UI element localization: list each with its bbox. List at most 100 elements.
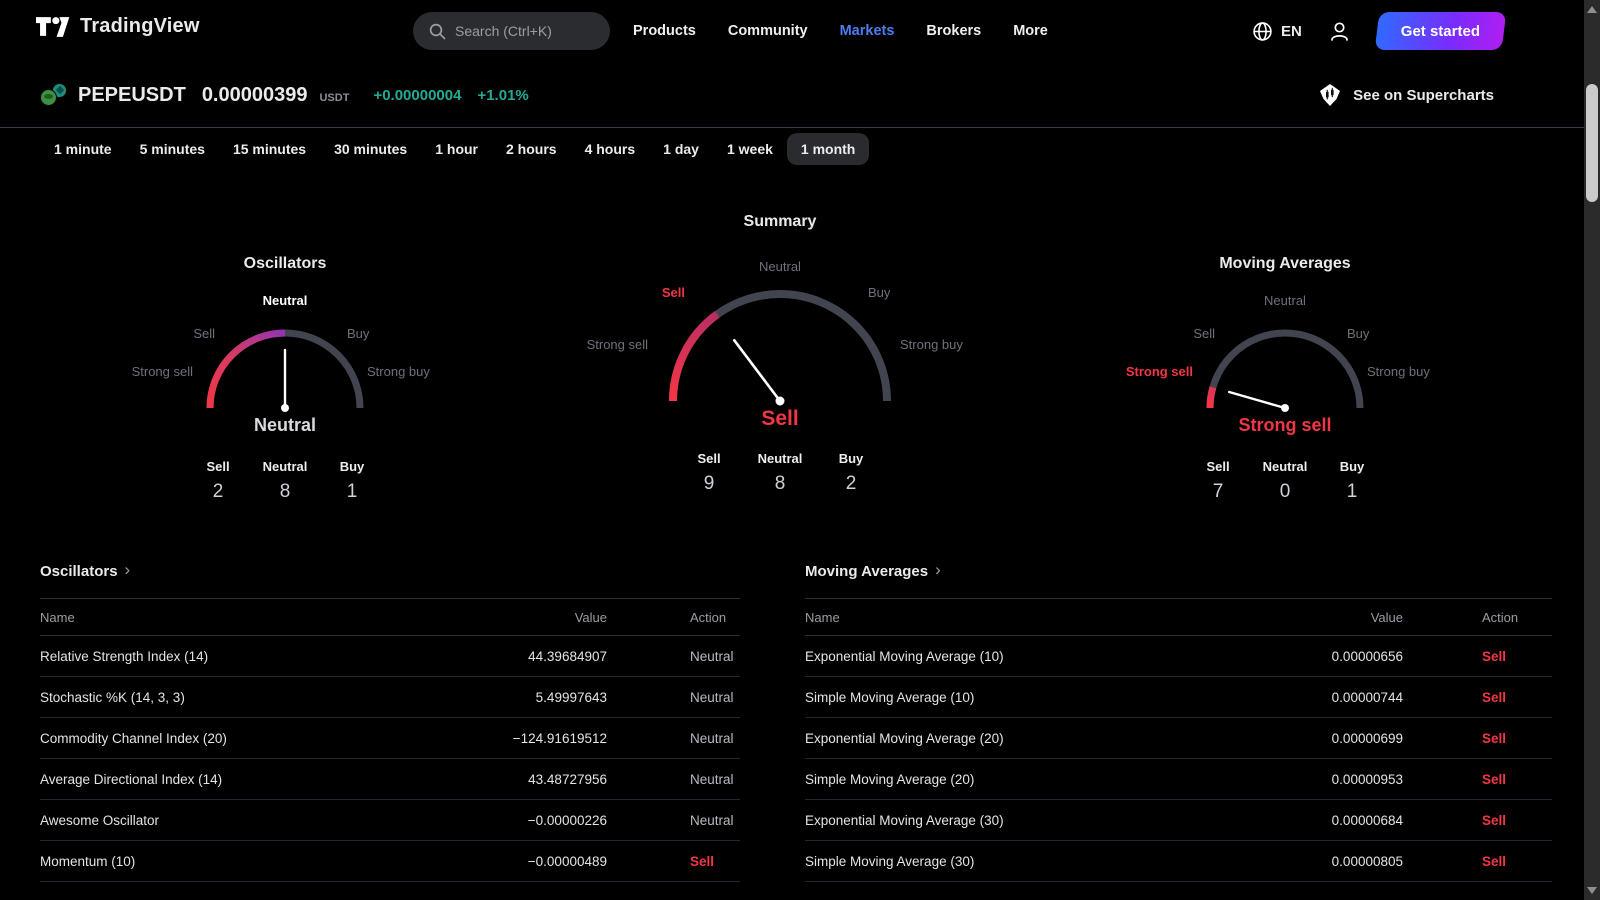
- table-row: Awesome Oscillator−0.00000226Neutral: [40, 800, 740, 841]
- tab-1-week[interactable]: 1 week: [713, 133, 787, 165]
- scale-strong-sell: Strong sell: [1126, 364, 1193, 379]
- count-sell-label: Sell: [185, 459, 252, 474]
- tab-5-minutes[interactable]: 5 minutes: [126, 133, 219, 165]
- see-on-supercharts-link[interactable]: See on Supercharts: [1317, 62, 1494, 128]
- nav-link-markets[interactable]: Markets: [840, 23, 895, 39]
- gauge-needle: [734, 340, 780, 401]
- table-header: Name Value Action: [40, 598, 740, 636]
- oscillators-result: Neutral: [125, 415, 445, 436]
- count-buy-label: Buy: [816, 451, 887, 466]
- scrollbar-down-arrow[interactable]: [1587, 887, 1597, 894]
- technical-analysis-page: TradingView Search (Ctrl+K) Products Com…: [0, 0, 1600, 900]
- count-neutral-value: 8: [252, 481, 319, 503]
- table-row: Stochastic %K (14, 3, 3)5.49997643Neutra…: [40, 677, 740, 718]
- scale-strong-buy: Strong buy: [1367, 364, 1430, 379]
- moving-averages-counts: Sell7 Neutral0 Buy1: [1185, 459, 1386, 503]
- price-change-pct: +1.01%: [477, 87, 528, 104]
- get-started-button[interactable]: Get started: [1377, 12, 1504, 50]
- nav-links: Products Community Markets Brokers More: [633, 0, 1048, 62]
- count-buy-label: Buy: [319, 459, 386, 474]
- oscillators-gauge: Oscillators Neutral Sell Buy Strong sell…: [125, 255, 445, 503]
- oscillators-table: Oscillators › Name Value Action Relative…: [40, 560, 740, 882]
- count-sell-value: 7: [1185, 481, 1252, 503]
- tradingview-logo[interactable]: TradingView: [36, 15, 200, 38]
- scale-neutral: Neutral: [580, 259, 980, 274]
- nav-link-brokers[interactable]: Brokers: [926, 23, 981, 39]
- search-input[interactable]: Search (Ctrl+K): [413, 12, 610, 50]
- supercharts-label: See on Supercharts: [1353, 87, 1494, 104]
- moving-averages-table-title[interactable]: Moving Averages ›: [805, 560, 1552, 582]
- moving-averages-gauge: Moving Averages Neutral Sell Buy Strong …: [1125, 255, 1445, 503]
- scrollbar-thumb[interactable]: [1586, 84, 1598, 202]
- nav-right: EN Get started: [1252, 0, 1504, 62]
- header-name: Name: [805, 610, 1233, 625]
- pepeusdt-coin-icon: [40, 83, 68, 107]
- nav-link-products[interactable]: Products: [633, 23, 696, 39]
- chevron-right-icon: ›: [125, 560, 131, 580]
- moving-averages-table: Moving Averages › Name Value Action Expo…: [805, 560, 1552, 882]
- symbol-header: PEPEUSDT 0.00000399 USDT +0.00000004 +1.…: [0, 62, 1584, 128]
- tab-15-minutes[interactable]: 15 minutes: [219, 133, 320, 165]
- table-row: Simple Moving Average (30)0.00000805Sell: [805, 841, 1552, 882]
- supercharts-icon: [1317, 83, 1343, 107]
- count-buy-value: 1: [319, 481, 386, 503]
- table-row: Commodity Channel Index (20)−124.9161951…: [40, 718, 740, 759]
- count-buy-value: 2: [816, 473, 887, 495]
- count-neutral-label: Neutral: [252, 459, 319, 474]
- summary-counts: Sell9 Neutral8 Buy2: [674, 451, 887, 495]
- scale-buy: Buy: [347, 326, 369, 341]
- table-row: Exponential Moving Average (30)0.0000068…: [805, 800, 1552, 841]
- count-neutral-value: 0: [1252, 481, 1319, 503]
- count-neutral-label: Neutral: [745, 451, 816, 466]
- table-row: Exponential Moving Average (10)0.0000065…: [805, 636, 1552, 677]
- count-sell-value: 2: [185, 481, 252, 503]
- table-row: Simple Moving Average (10)0.00000744Sell: [805, 677, 1552, 718]
- language-selector[interactable]: EN: [1252, 21, 1302, 42]
- moving-averages-gauge-title: Moving Averages: [1219, 255, 1350, 273]
- search-icon: [429, 23, 446, 40]
- scale-neutral: Neutral: [125, 293, 445, 308]
- count-buy-label: Buy: [1319, 459, 1386, 474]
- table-row: Average Directional Index (14)43.4872795…: [40, 759, 740, 800]
- tab-1-month[interactable]: 1 month: [787, 133, 869, 165]
- count-neutral-value: 8: [745, 473, 816, 495]
- nav-link-community[interactable]: Community: [728, 23, 808, 39]
- page-scrollbar[interactable]: [1584, 0, 1600, 900]
- symbol-info: PEPEUSDT 0.00000399 USDT +0.00000004 +1.…: [40, 62, 529, 128]
- user-icon: [1328, 20, 1351, 43]
- header-value: Value: [1233, 610, 1403, 625]
- tab-1-hour[interactable]: 1 hour: [421, 133, 492, 165]
- price-change-abs: +0.00000004: [373, 87, 461, 104]
- gauge-needle: [1229, 392, 1285, 408]
- table-header: Name Value Action: [805, 598, 1552, 636]
- tab-1-minute[interactable]: 1 minute: [40, 133, 126, 165]
- header-name: Name: [40, 610, 447, 625]
- header-value: Value: [447, 610, 607, 625]
- globe-icon: [1252, 21, 1273, 42]
- table-row: Relative Strength Index (14)44.39684907N…: [40, 636, 740, 677]
- table-row: Momentum (10)−0.00000489Sell: [40, 841, 740, 882]
- interval-tabs: 1 minute 5 minutes 15 minutes 30 minutes…: [40, 133, 869, 165]
- symbol-price: 0.00000399: [202, 84, 308, 107]
- tab-1-day[interactable]: 1 day: [649, 133, 713, 165]
- oscillators-gauge-title: Oscillators: [244, 255, 327, 273]
- oscillators-table-title[interactable]: Oscillators ›: [40, 560, 740, 582]
- scale-sell: Sell: [193, 326, 215, 341]
- scale-strong-sell: Strong sell: [587, 337, 648, 352]
- count-buy-value: 1: [1319, 481, 1386, 503]
- moving-averages-result: Strong sell: [1125, 415, 1445, 436]
- scale-sell: Sell: [662, 285, 685, 300]
- tab-2-hours[interactable]: 2 hours: [492, 133, 571, 165]
- tab-4-hours[interactable]: 4 hours: [571, 133, 650, 165]
- scrollbar-up-arrow[interactable]: [1587, 6, 1597, 13]
- table-row: Exponential Moving Average (20)0.0000069…: [805, 718, 1552, 759]
- user-menu-button[interactable]: [1328, 20, 1351, 43]
- nav-link-more[interactable]: More: [1013, 23, 1048, 39]
- chevron-right-icon: ›: [935, 560, 941, 580]
- table-row: Simple Moving Average (20)0.00000953Sell: [805, 759, 1552, 800]
- symbol-name[interactable]: PEPEUSDT: [78, 84, 186, 107]
- oscillators-counts: Sell 2 Neutral 8 Buy 1: [185, 459, 386, 503]
- scale-sell: Sell: [1193, 326, 1215, 341]
- symbol-currency: USDT: [319, 92, 349, 104]
- tab-30-minutes[interactable]: 30 minutes: [320, 133, 421, 165]
